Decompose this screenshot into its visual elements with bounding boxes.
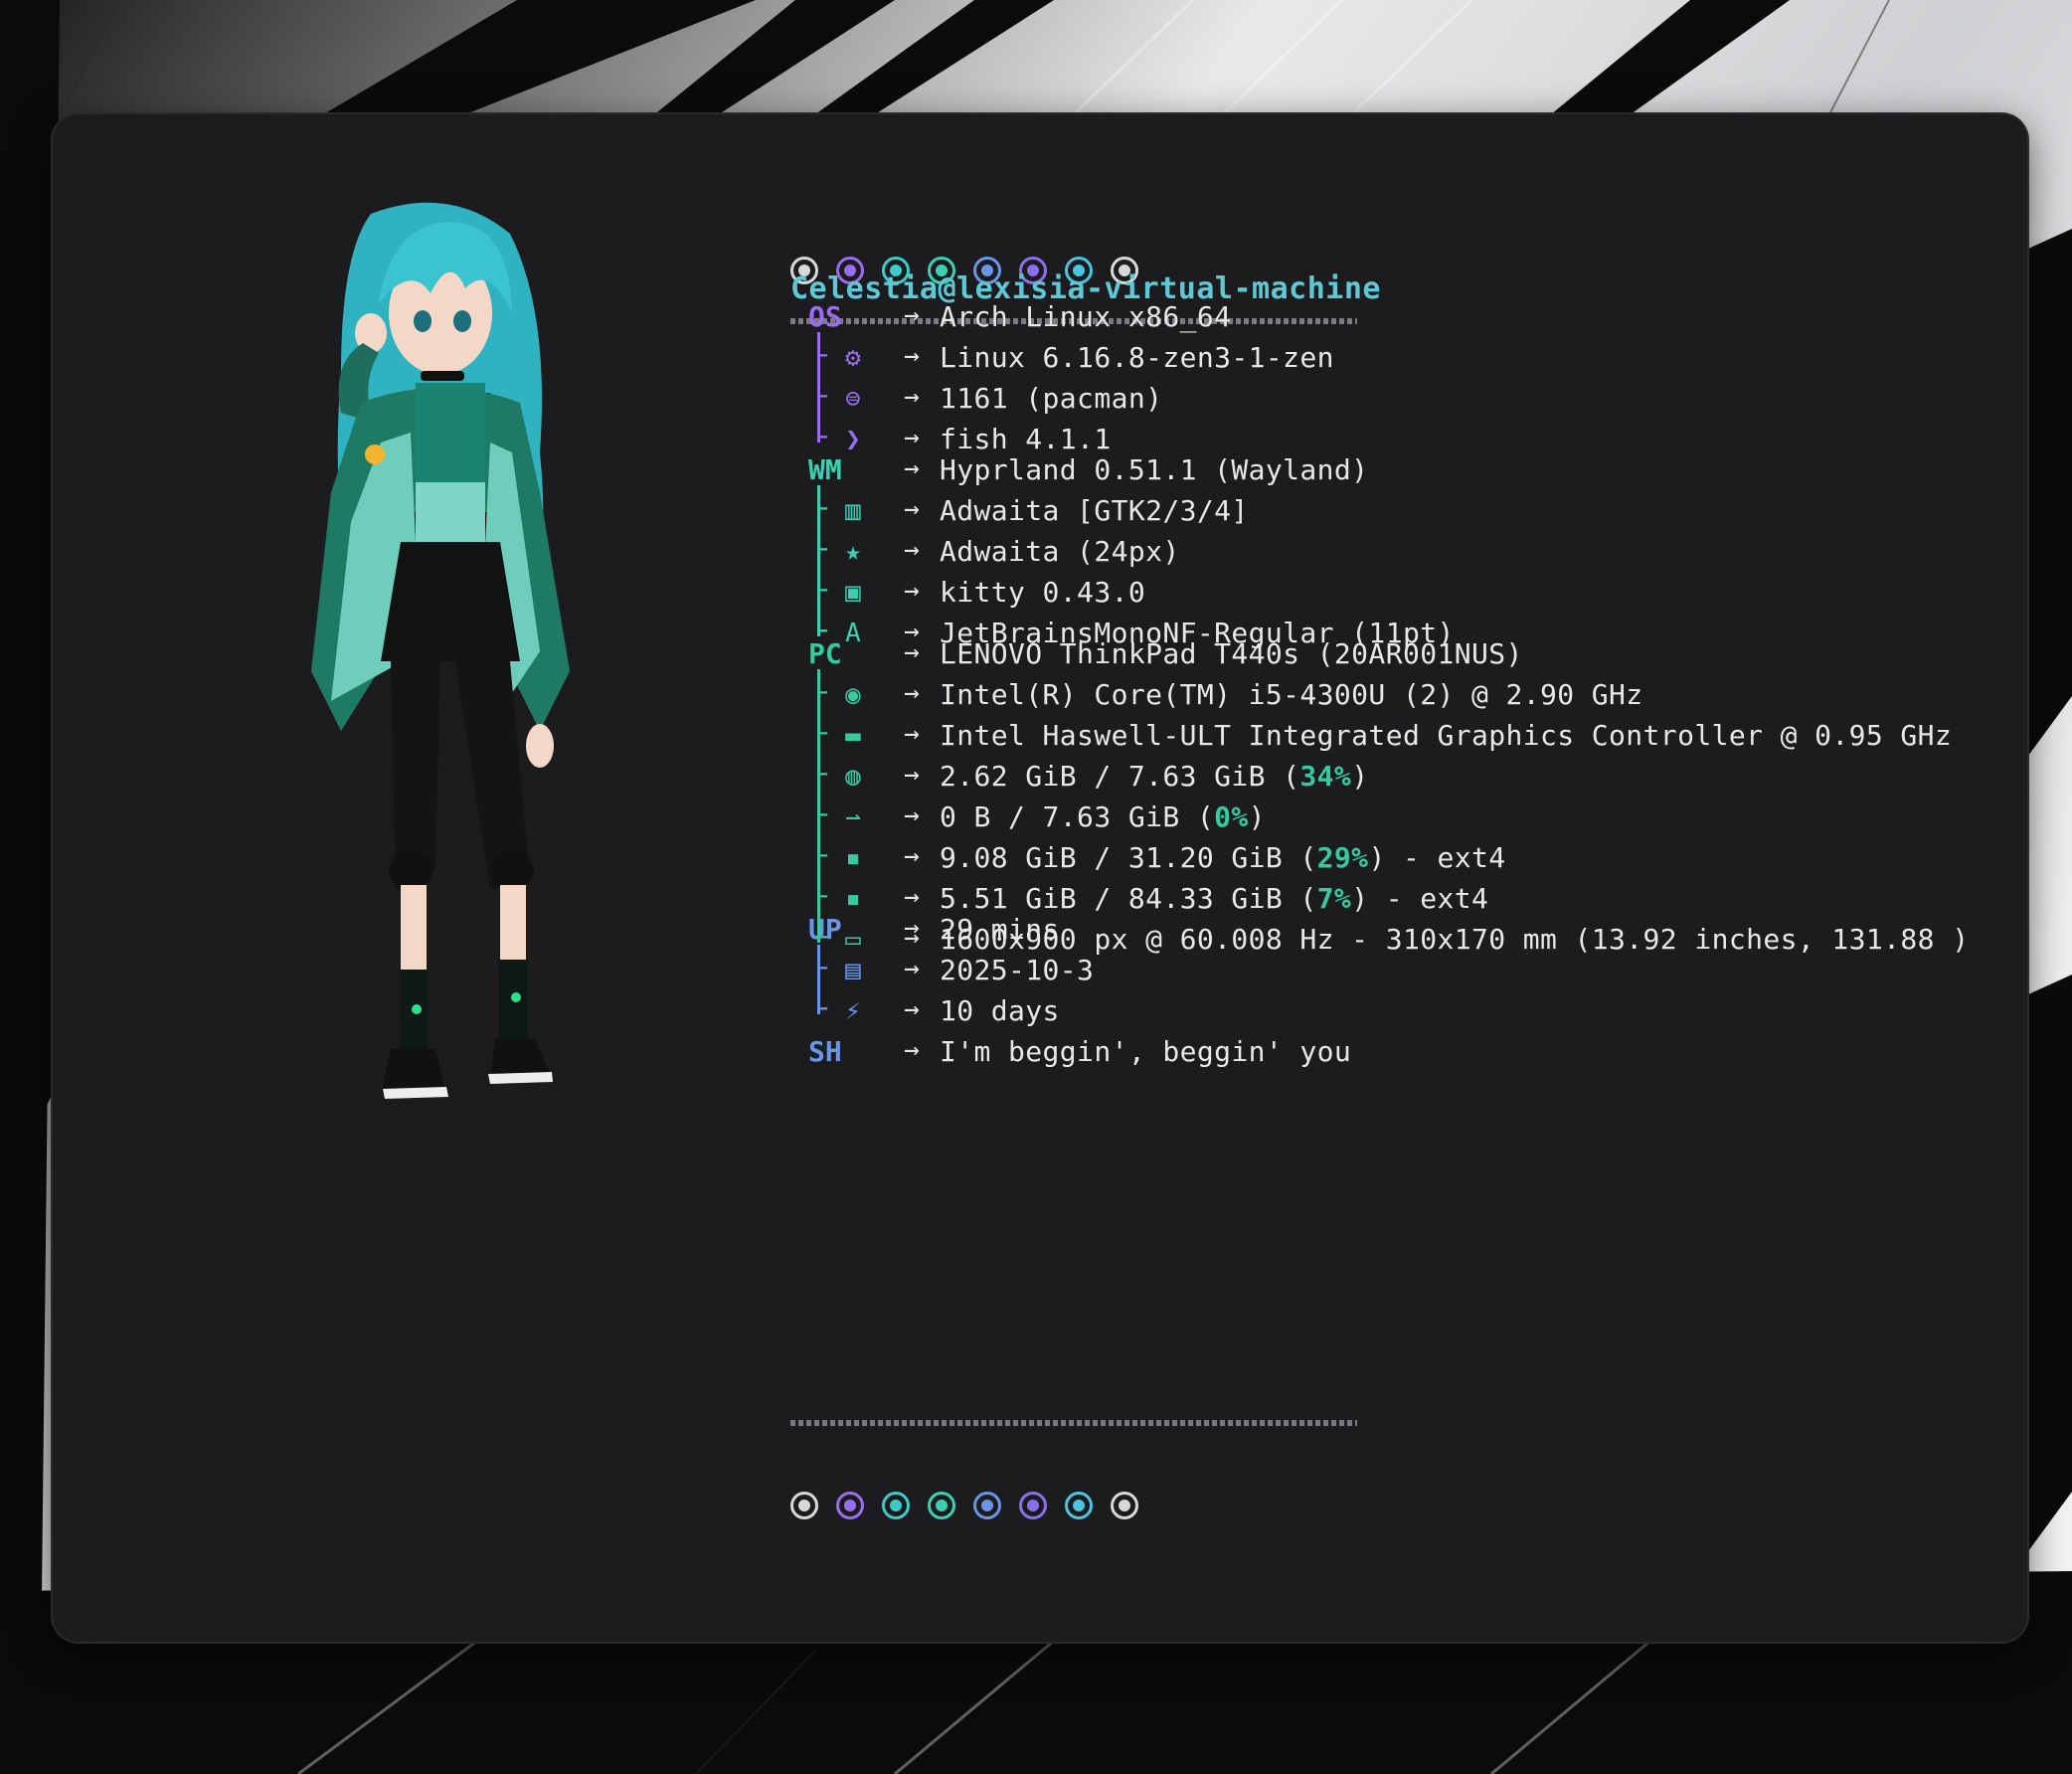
info-row-wm: ├★→Adwaita (24px) xyxy=(790,533,2013,573)
arrow-icon: → xyxy=(904,576,920,606)
info-row-up: ├▤→2025-10-3 xyxy=(790,952,2013,991)
palette-dot xyxy=(1111,1492,1138,1519)
info-value: 9.08 GiB / 31.20 GiB (29%) - ext4 xyxy=(940,841,1506,874)
group-label: WM xyxy=(808,453,842,486)
character-artwork xyxy=(311,202,570,1099)
info-value: Adwaita [GTK2/3/4] xyxy=(940,494,1249,527)
tree-line xyxy=(817,485,820,636)
palette-dot xyxy=(882,1492,910,1519)
fastfetch-output: Celestia@lexisia-virtual-machine OS → Arch… xyxy=(739,189,2011,1601)
info-value: 2025-10-3 xyxy=(940,954,1095,986)
info-value: 0 B / 7.63 GiB (0%) xyxy=(940,800,1266,833)
info-value: 29 mins xyxy=(940,913,1060,946)
arrow-icon: → xyxy=(904,954,920,983)
color-palette-bottom xyxy=(790,1492,1138,1527)
arrow-icon: → xyxy=(904,1035,920,1065)
arrow-icon: → xyxy=(904,494,920,524)
theme-columns-icon: ▥ xyxy=(845,496,861,526)
info-value: 2.62 GiB / 7.63 GiB (34%) xyxy=(940,760,1369,793)
package-icon: ⊜ xyxy=(845,384,861,414)
cpu-icon: ◉ xyxy=(845,680,861,710)
palette-dot xyxy=(1019,1492,1047,1519)
info-row-wm: ├▥→Adwaita [GTK2/3/4] xyxy=(790,492,2013,532)
usage-percent: 0% xyxy=(1214,800,1249,833)
tree-line xyxy=(817,945,820,1014)
arrow-icon: → xyxy=(904,719,920,749)
arrow-icon: → xyxy=(904,800,920,830)
arrow-icon: → xyxy=(904,300,920,330)
usage-percent: 34% xyxy=(1299,760,1352,793)
info-row-up: UP → 29 mins xyxy=(790,911,2013,951)
group-label: SH xyxy=(808,1035,842,1068)
info-row-os: ├⚙→Linux 6.16.8-zen3-1-zen xyxy=(790,339,2013,379)
arrow-icon: → xyxy=(904,341,920,371)
info-value: LENOVO ThinkPad T440s (20AR001NUS) xyxy=(940,637,1523,670)
info-row-pc: ├▪→9.08 GiB / 31.20 GiB (29%) - ext4 xyxy=(790,839,2013,879)
arrow-icon: → xyxy=(904,382,920,412)
info-value: Hyprland 0.51.1 (Wayland) xyxy=(940,453,1369,486)
group-label: UP xyxy=(808,913,842,946)
terminal-window[interactable]: Celestia@lexisia-virtual-machine OS → Arch… xyxy=(53,114,2027,1642)
info-row-sh: SH → I'm beggin', beggin' you xyxy=(790,1033,2013,1073)
arrow-icon: → xyxy=(904,678,920,708)
arrow-icon: → xyxy=(904,994,920,1024)
arrow-icon: → xyxy=(904,913,920,943)
info-row-pc: ├◉→Intel(R) Core(TM) i5-4300U (2) @ 2.90… xyxy=(790,676,2013,716)
calendar-icon: ▤ xyxy=(845,956,861,985)
arrow-icon: → xyxy=(904,453,920,483)
info-value: I'm beggin', beggin' you xyxy=(940,1035,1352,1068)
disk-icon: ▪ xyxy=(845,843,861,873)
bolt-icon: ⚡ xyxy=(845,996,861,1026)
info-row-up: └⚡→10 days xyxy=(790,992,2013,1032)
info-value: Arch Linux x86_64 xyxy=(940,300,1232,333)
info-value: Intel Haswell-ULT Integrated Graphics Co… xyxy=(940,719,1953,752)
tree-line xyxy=(817,669,820,943)
arrow-icon: → xyxy=(904,423,920,452)
group-label: OS xyxy=(808,300,842,333)
arrow-icon: → xyxy=(904,882,920,912)
arrow-icon: → xyxy=(904,535,920,565)
usage-percent: 29% xyxy=(1316,841,1369,874)
palette-dot xyxy=(1065,1492,1093,1519)
info-row-wm: ├▣→kitty 0.43.0 xyxy=(790,574,2013,614)
terminal-window-icon: ▣ xyxy=(845,578,861,608)
arrow-icon: → xyxy=(904,841,920,871)
info-row-wm: WM → Hyprland 0.51.1 (Wayland) xyxy=(790,451,2013,491)
info-value: 1161 (pacman) xyxy=(940,382,1163,415)
info-row-pc: PC → LENOVO ThinkPad T440s (20AR001NUS) xyxy=(790,635,2013,675)
info-row-pc: ├▬→Intel Haswell-ULT Integrated Graphics… xyxy=(790,717,2013,757)
kernel-gear-icon: ⚙ xyxy=(845,343,861,373)
info-value: kitty 0.43.0 xyxy=(940,576,1146,609)
info-value: Intel(R) Core(TM) i5-4300U (2) @ 2.90 GH… xyxy=(940,678,1643,711)
swap-icon: ⇀ xyxy=(845,802,861,832)
info-row-os: OS → Arch Linux x86_64 xyxy=(790,298,2013,338)
info-row-pc: ├◍→2.62 GiB / 7.63 GiB (34%) xyxy=(790,758,2013,798)
info-value: 10 days xyxy=(940,994,1060,1027)
group-label: PC xyxy=(808,637,842,670)
memory-icon: ◍ xyxy=(845,762,861,792)
arrow-icon: → xyxy=(904,760,920,790)
palette-dot xyxy=(836,1492,864,1519)
info-value: Adwaita (24px) xyxy=(940,535,1180,568)
palette-dot xyxy=(973,1492,1001,1519)
arrow-icon: → xyxy=(904,637,920,667)
tree-line xyxy=(817,332,820,443)
palette-dot xyxy=(928,1492,955,1519)
palette-dot xyxy=(790,1492,818,1519)
gpu-icon: ▬ xyxy=(845,721,861,751)
info-value: Linux 6.16.8-zen3-1-zen xyxy=(940,341,1334,374)
info-row-pc: ├⇀→0 B / 7.63 GiB (0%) xyxy=(790,798,2013,838)
separator xyxy=(790,1420,1357,1426)
info-row-os: ├⊜→1161 (pacman) xyxy=(790,380,2013,420)
star-icon: ★ xyxy=(845,537,861,567)
